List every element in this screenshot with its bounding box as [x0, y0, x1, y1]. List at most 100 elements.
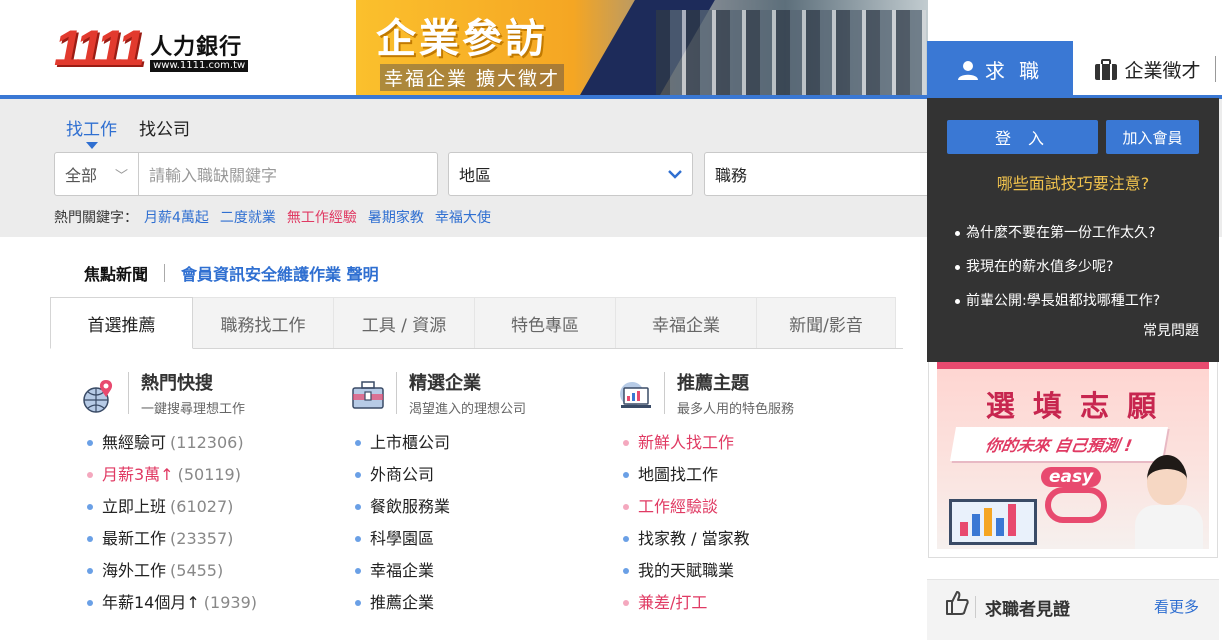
item-count: (61027) [170, 497, 234, 516]
column-subtitle: 渴望進入的理想公司 [409, 402, 527, 417]
list-item[interactable]: 我的天賦職業 [623, 555, 878, 587]
tab-tools[interactable]: 工具 / 資源 [334, 297, 475, 348]
testimonials-title: 求職者見證 [985, 600, 1070, 620]
category-select[interactable]: 全部 ﹀ [55, 153, 139, 195]
logo-name: 人力銀行 [150, 35, 243, 60]
item-label: 立即上班 [102, 497, 167, 516]
hot-keyword-link[interactable]: 幸福大使 [435, 207, 491, 227]
promo-image: 選 填 志 願 你的未來 自己預測 ! easy [937, 349, 1209, 549]
list-item[interactable]: 海外工作 (5455) [87, 555, 342, 587]
area-value: 地區 [459, 166, 492, 185]
member-panel: 登 入 加入會員 哪些面試技巧要注意? 為什麼不要在第一份工作太久? 我現在的薪… [927, 98, 1219, 362]
bullet [355, 440, 361, 446]
list-item[interactable]: 兼差/打工 [623, 587, 878, 619]
column-title: 精選企業 [409, 373, 481, 394]
list-item[interactable]: 餐飲服務業 [355, 491, 610, 523]
item-label: 無經驗可 [102, 433, 167, 452]
tab-news-video[interactable]: 新聞/影音 [757, 297, 896, 348]
list-item[interactable]: 最新工作 (23357) [87, 523, 342, 555]
list-item[interactable]: 幸福企業 [355, 555, 610, 587]
list-item[interactable]: 上市櫃公司 [355, 427, 610, 459]
bullet [355, 600, 361, 606]
list-item[interactable]: 工作經驗談 [623, 491, 878, 523]
bullet [355, 568, 361, 574]
list-item[interactable]: 外商公司 [355, 459, 610, 491]
list-item[interactable]: 年薪14個月↑ (1939) [87, 587, 342, 619]
item-count: (5455) [170, 561, 224, 580]
column-title: 推薦主題 [677, 373, 749, 394]
hot-search-list: 無經驗可 (112306) 月薪3萬↑ (50119) 立即上班 (61027) 最新… [87, 427, 342, 619]
list-item[interactable]: 我現在的薪水值多少呢? [955, 250, 1160, 284]
login-button[interactable]: 登 入 [947, 120, 1098, 154]
news-link[interactable]: 會員資訊安全維護作業 聲明 [181, 261, 379, 285]
computer-icon [620, 382, 651, 408]
tab-employer-label: 企業徵才 [1124, 60, 1201, 82]
column-subtitle: 一鍵搜尋理想工作 [141, 402, 246, 417]
item-label: 年薪14個月↑ [102, 593, 200, 612]
tab-jobs-by-role[interactable]: 職務找工作 [193, 297, 334, 348]
list-item[interactable]: 為什麼不要在第一份工作太久? [955, 216, 1160, 250]
list-item[interactable]: 科學園區 [355, 523, 610, 555]
tab-employer[interactable]: 企業徵才 [1073, 41, 1222, 98]
tab-recommended[interactable]: 首選推薦 [50, 297, 193, 349]
item-label: 新鮮人找工作 [638, 433, 735, 452]
promo-banner[interactable]: 選 填 志 願 你的未來 自己預測 ! easy [928, 340, 1218, 558]
hot-keyword-link[interactable]: 無工作經驗 [287, 207, 357, 227]
see-more-link[interactable]: 看更多 [1154, 596, 1199, 617]
recommended-topics-list: 新鮮人找工作 地圖找工作 工作經驗談 找家教 / 當家教 我的天賦職業 兼差/打… [623, 427, 878, 619]
logo-number: 1111 [54, 20, 145, 76]
tab-job-seeker-label: 求 職 [984, 59, 1044, 83]
list-item[interactable]: 立即上班 (61027) [87, 491, 342, 523]
divider [128, 372, 129, 414]
panel-article-list: 為什麼不要在第一份工作太久? 我現在的薪水值多少呢? 前輩公開:學長姐都找哪種工… [955, 216, 1160, 318]
item-label: 海外工作 [102, 561, 167, 580]
header: 1111 人力銀行 www.1111.com.tw 企業參訪 幸福企業 擴大徵才… [0, 0, 1222, 99]
list-item[interactable]: 找家教 / 當家教 [623, 523, 878, 555]
hot-keyword-link[interactable]: 二度就業 [220, 207, 276, 227]
site-logo[interactable]: 1111 人力銀行 www.1111.com.tw [54, 20, 249, 76]
main-tabs: 首選推薦 職務找工作 工具 / 資源 特色專區 幸福企業 新聞/影音 [50, 297, 903, 349]
tab-features[interactable]: 特色專區 [475, 297, 616, 348]
job-type-value: 職務 [715, 166, 748, 185]
header-banner[interactable]: 企業參訪 幸福企業 擴大徵才 [356, 0, 928, 95]
hot-keyword-link[interactable]: 月薪4萬起 [144, 207, 209, 227]
item-label: 外商公司 [370, 465, 435, 484]
list-item[interactable]: 月薪3萬↑ (50119) [87, 459, 342, 491]
student-illustration [1133, 447, 1203, 549]
banner-title: 企業參訪 [376, 16, 548, 62]
tab-find-job[interactable]: 找工作 [66, 115, 117, 149]
job-type-select[interactable]: 職務 [704, 152, 944, 196]
bullet [623, 536, 629, 542]
keyword-input[interactable]: 請輸入職缺關鍵字 [139, 162, 277, 186]
area-select[interactable]: 地區 [448, 152, 693, 196]
tab-happy-companies[interactable]: 幸福企業 [616, 297, 757, 348]
bullet [623, 440, 629, 446]
tab-job-seeker[interactable]: 求 職 [927, 41, 1073, 98]
chevron-down-icon [668, 170, 682, 179]
tab-find-company[interactable]: 找公司 [139, 115, 190, 140]
chevron-down-icon: ﹀ [114, 168, 128, 184]
list-item[interactable]: 無經驗可 (112306) [87, 427, 342, 459]
item-label: 地圖找工作 [638, 465, 719, 484]
list-item[interactable]: 地圖找工作 [623, 459, 878, 491]
bullet [87, 504, 93, 510]
page: 1111 人力銀行 www.1111.com.tw 企業參訪 幸福企業 擴大徵才… [0, 0, 1222, 640]
panel-question-link[interactable]: 哪些面試技巧要注意? [927, 170, 1219, 194]
item-label: 幸福企業 [370, 561, 435, 580]
join-member-button[interactable]: 加入會員 [1106, 120, 1199, 154]
bullet [87, 600, 93, 606]
item-label: 兼差/打工 [638, 593, 708, 612]
hot-keyword-link[interactable]: 暑期家教 [368, 207, 424, 227]
bullet [87, 472, 93, 478]
list-item[interactable]: 推薦企業 [355, 587, 610, 619]
category-value: 全部 [65, 166, 98, 185]
briefcase-icon [1095, 58, 1118, 80]
list-item[interactable]: 新鮮人找工作 [623, 427, 878, 459]
item-label: 最新工作 [102, 529, 167, 548]
featured-companies-list: 上市櫃公司 外商公司 餐飲服務業 科學園區 幸福企業 推薦企業 [355, 427, 610, 619]
item-label: 我的天賦職業 [638, 561, 735, 580]
list-item[interactable]: 前輩公開:學長姐都找哪種工作? [955, 284, 1160, 318]
banner-subtitle: 幸福企業 擴大徵才 [380, 64, 565, 91]
search-tabs: 找工作 找公司 [66, 115, 190, 149]
faq-link[interactable]: 常見問題 [1143, 320, 1199, 340]
